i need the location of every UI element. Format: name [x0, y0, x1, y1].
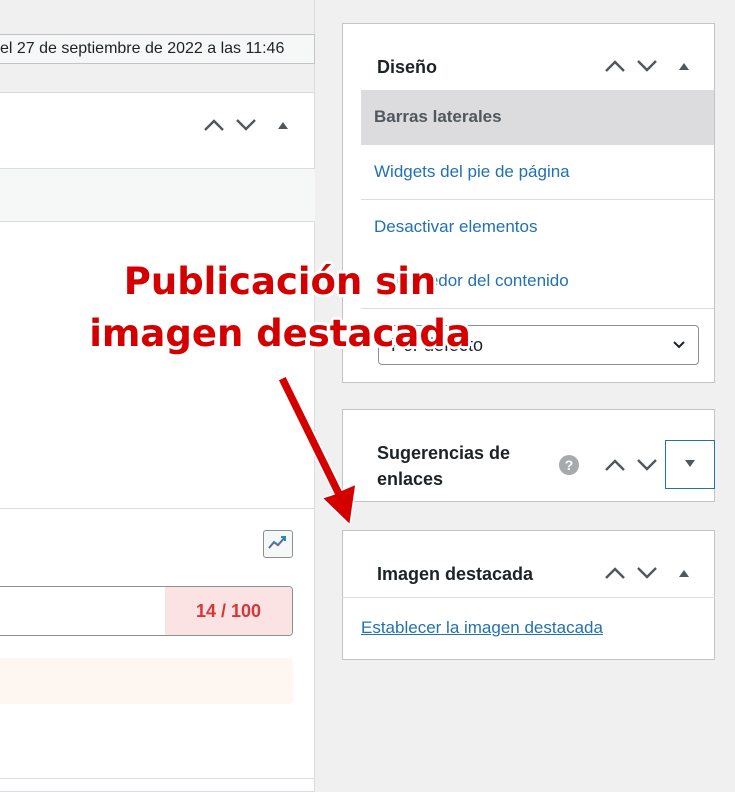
annotation-text: Publicación sin imagen destacada	[80, 256, 480, 360]
move-down-icon[interactable]	[235, 118, 257, 132]
move-down-icon[interactable]	[636, 566, 658, 580]
annotation-line: Publicación sin	[123, 260, 437, 303]
trend-icon	[268, 534, 288, 555]
help-icon[interactable]: ?	[559, 455, 579, 475]
move-down-icon[interactable]	[636, 458, 658, 472]
collapse-triangle-icon[interactable]	[678, 568, 690, 578]
annotation-line: imagen destacada	[89, 312, 471, 355]
set-featured-image-link[interactable]: Establecer la imagen destacada	[361, 618, 603, 638]
sugerencias-panel: Sugerencias de enlaces ?	[342, 409, 715, 502]
collapse-triangle-icon[interactable]	[678, 61, 690, 71]
tab-widgets-pie[interactable]: Widgets del pie de página	[361, 145, 714, 200]
seo-warning-box	[0, 658, 293, 704]
title-line: enlaces	[377, 469, 444, 489]
imagen-destacada-panel: Imagen destacada	[342, 530, 715, 660]
tab-barras-laterales[interactable]: Barras laterales	[361, 90, 714, 145]
move-up-icon[interactable]	[604, 59, 626, 73]
trend-chart-button[interactable]	[263, 530, 293, 558]
expand-triangle-icon	[684, 456, 696, 474]
divider	[342, 597, 715, 598]
tab-desactivar-elementos[interactable]: Desactivar elementos	[361, 200, 714, 255]
tab-label: Widgets del pie de página	[374, 162, 570, 181]
last-edited-notice: el 27 de septiembre de 2022 a las 11:46	[0, 34, 315, 64]
collapse-triangle-icon[interactable]	[277, 120, 289, 130]
editor-metabox-header	[0, 92, 315, 168]
annotation-arrow-icon	[276, 374, 357, 527]
move-down-icon[interactable]	[636, 59, 658, 73]
sugerencias-title: Sugerencias de enlaces	[377, 440, 510, 492]
title-line: Sugerencias de	[377, 443, 511, 463]
last-edited-text: el 27 de septiembre de 2022 a las 11:46	[0, 40, 285, 57]
move-up-icon[interactable]	[604, 458, 626, 472]
tab-label: Desactivar elementos	[374, 217, 538, 236]
seo-score-badge: 14 / 100	[165, 587, 292, 635]
divider	[0, 778, 315, 779]
diseno-title: Diseño	[377, 57, 438, 77]
toggle-panel-button[interactable]	[665, 440, 715, 489]
imagen-title: Imagen destacada	[377, 564, 534, 584]
divider	[0, 508, 315, 509]
chevron-down-icon	[672, 326, 686, 377]
move-up-icon[interactable]	[203, 118, 225, 132]
editor-tab-band	[0, 168, 315, 222]
move-up-icon[interactable]	[604, 566, 626, 580]
tab-label: Barras laterales	[374, 107, 502, 126]
seo-title-field[interactable]: 14 / 100	[0, 586, 293, 636]
